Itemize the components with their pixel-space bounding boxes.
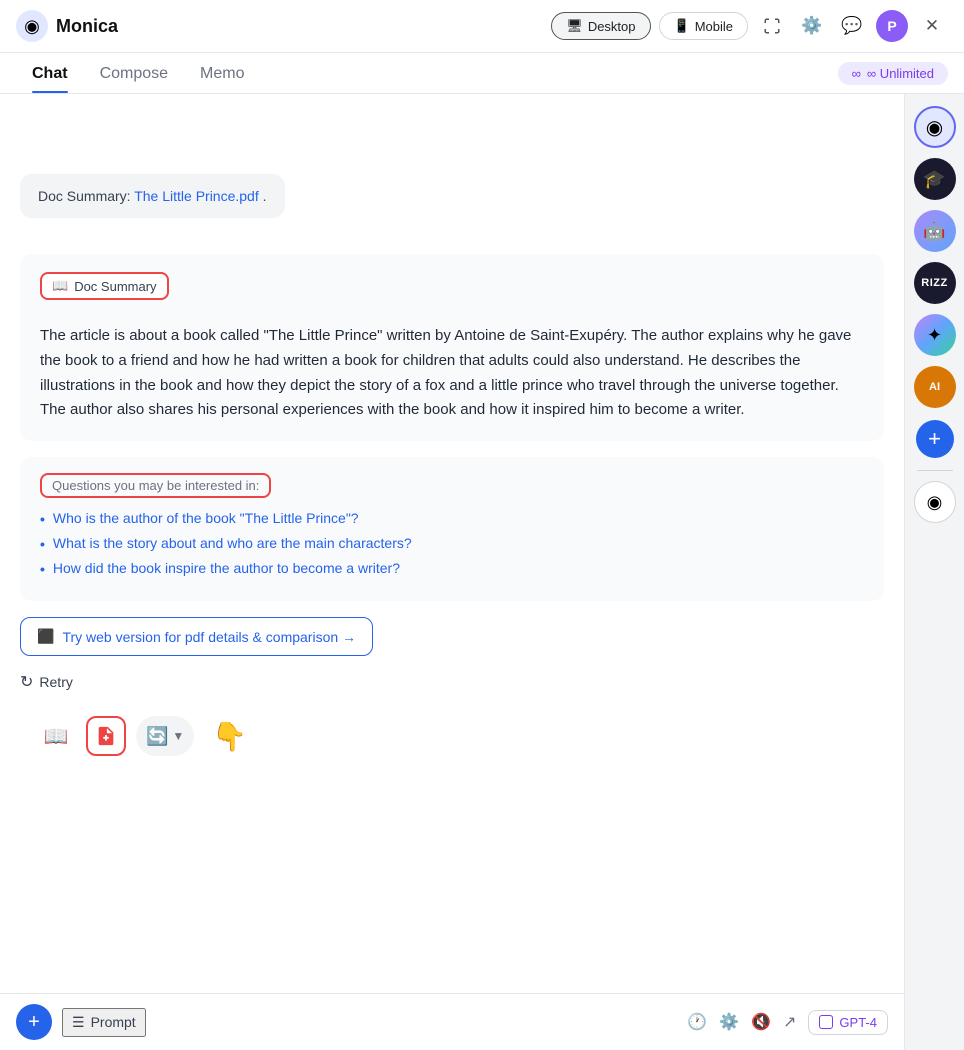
sidebar-add-button[interactable]: + (916, 420, 954, 458)
settings-button[interactable]: ⚙️ (796, 10, 828, 42)
right-sidebar: ◉ 🎓 🤖 RIZZ ✦ AI + ◉ (904, 94, 964, 1050)
gpt4-label: GPT-4 (839, 1015, 877, 1030)
sidebar-item-monica-top[interactable]: ◉ (914, 106, 956, 148)
question-item-3[interactable]: • How did the book inspire the author to… (40, 560, 864, 577)
web-version-icon: ⬛ (37, 628, 54, 645)
header-controls: 🖥 Desktop 📱 Mobile ⚙️ 💬 P ✕ (551, 10, 948, 42)
retry-row[interactable]: ↻ Retry (20, 672, 884, 692)
sidebar-item-rizz[interactable]: RIZZ (914, 262, 956, 304)
app-title: Monica (56, 16, 118, 37)
model-logo: 🔄 (146, 726, 168, 747)
gpt4-square-icon (819, 1015, 833, 1029)
main-area: Doc Summary: The Little Prince.pdf . 📖 D… (0, 94, 964, 1050)
chat-area: Doc Summary: The Little Prince.pdf . 📖 D… (0, 94, 904, 1050)
chat-bubble-button[interactable]: 💬 (836, 10, 868, 42)
question-link-3[interactable]: How did the book inspire the author to b… (53, 560, 400, 576)
doc-summary-tag[interactable]: 📖 Doc Summary (40, 272, 169, 300)
cursor-hand-emoji: 👇 (212, 720, 247, 753)
desktop-icon: 🖥 (566, 18, 583, 34)
sidebar-item-monica-bottom[interactable]: ◉ (914, 481, 956, 523)
unlimited-icon: ∞ (852, 66, 861, 81)
doc-ref-bubble: Doc Summary: The Little Prince.pdf . (20, 174, 285, 218)
mobile-button[interactable]: 📱 Mobile (659, 12, 748, 40)
bullet-3: • (40, 561, 45, 577)
desktop-button[interactable]: 🖥 Desktop (551, 12, 650, 40)
sidebar-divider (917, 470, 953, 471)
gpt4-badge[interactable]: GPT-4 (808, 1010, 888, 1035)
monica-logo: ◉ (16, 10, 48, 42)
sidebar-item-gemini[interactable]: ✦ (914, 314, 956, 356)
book-icon: 📖 (52, 278, 68, 294)
settings-icon[interactable]: ⚙️ (719, 1012, 739, 1032)
sidebar-item-anthropic[interactable]: AI (914, 366, 956, 408)
mobile-icon: 📱 (674, 18, 690, 34)
add-attachment-button[interactable]: + (16, 1004, 52, 1040)
share-icon[interactable]: ↗ (783, 1012, 796, 1032)
plus-icon: + (928, 426, 941, 452)
retry-label: Retry (39, 674, 72, 690)
web-version-button[interactable]: ⬛ Try web version for pdf details & comp… (20, 617, 373, 656)
unlimited-badge: ∞ ∞ Unlimited (838, 62, 948, 85)
app-header: ◉ Monica 🖥 Desktop 📱 Mobile ⚙️ 💬 P ✕ (0, 0, 964, 53)
tab-compose[interactable]: Compose (84, 53, 184, 93)
question-link-2[interactable]: What is the story about and who are the … (53, 535, 412, 551)
expand-button[interactable] (756, 10, 788, 42)
question-link-1[interactable]: Who is the author of the book "The Littl… (53, 510, 359, 526)
questions-section: Questions you may be interested in: • Wh… (20, 457, 884, 601)
model-switcher[interactable]: 🔄 ▼ (136, 716, 194, 756)
chevron-down-icon: ▼ (172, 729, 184, 743)
tabs-bar: Chat Compose Memo ∞ ∞ Unlimited (0, 53, 964, 94)
close-button[interactable]: ✕ (916, 10, 948, 42)
tab-memo[interactable]: Memo (184, 53, 260, 93)
book-toolbar-button[interactable]: 📖 (36, 716, 76, 756)
mute-icon[interactable]: 🔇 (751, 1012, 771, 1032)
bullet-2: • (40, 536, 45, 552)
toolbar-row: 📖 🔄 ▼ 👇 (20, 706, 884, 766)
questions-label: Questions you may be interested in: (40, 473, 271, 498)
ai-response-block: 📖 Doc Summary The article is about a boo… (20, 254, 884, 441)
question-item-1[interactable]: • Who is the author of the book "The Lit… (40, 510, 864, 527)
question-item-2[interactable]: • What is the story about and who are th… (40, 535, 864, 552)
prompt-icon: ☰ (72, 1014, 85, 1031)
history-icon[interactable]: 🕐 (687, 1012, 707, 1032)
user-avatar[interactable]: P (876, 10, 908, 42)
messages-container[interactable]: Doc Summary: The Little Prince.pdf . 📖 D… (0, 94, 904, 993)
pdf-toolbar-button[interactable] (86, 716, 126, 756)
ai-response-text: The article is about a book called "The … (40, 324, 864, 423)
tab-chat[interactable]: Chat (16, 53, 84, 93)
bullet-1: • (40, 511, 45, 527)
retry-icon: ↻ (20, 672, 33, 692)
sidebar-item-colorful[interactable]: 🤖 (914, 210, 956, 252)
input-bar-controls: 🕐 ⚙️ 🔇 ↗ GPT-4 (687, 1010, 888, 1035)
doc-link[interactable]: The Little Prince.pdf (134, 188, 259, 204)
prompt-button[interactable]: ☰ Prompt (62, 1008, 146, 1037)
sidebar-item-gpt4[interactable]: 🎓 (914, 158, 956, 200)
monica-logo-icon: ◉ (24, 16, 40, 37)
input-bar: + ☰ Prompt 🕐 ⚙️ 🔇 ↗ GPT-4 (0, 993, 904, 1050)
